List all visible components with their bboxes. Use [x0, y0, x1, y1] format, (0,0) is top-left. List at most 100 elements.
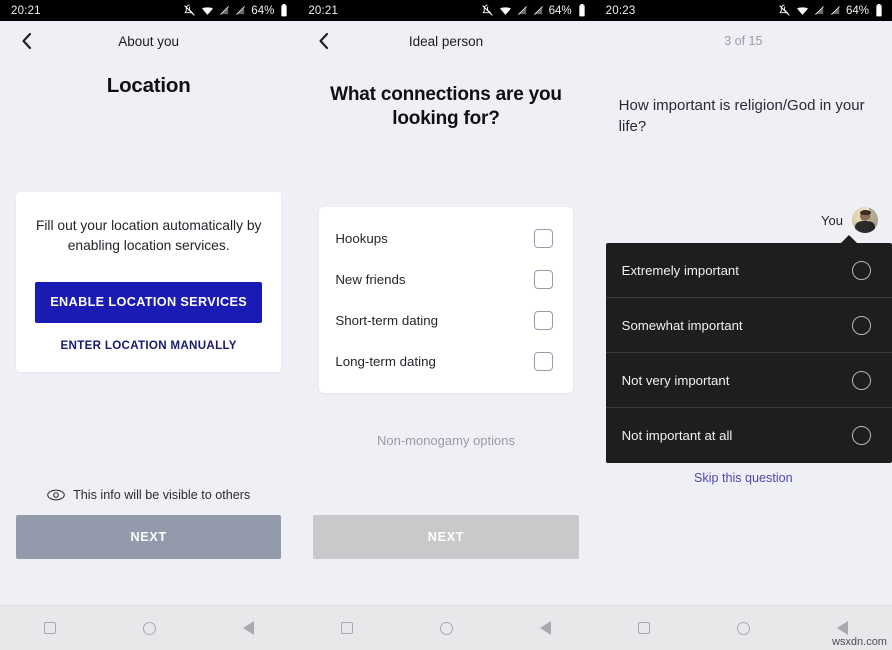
option-label: New friends — [335, 272, 406, 287]
skip-this-question-link[interactable]: Skip this question — [595, 471, 892, 485]
option-label: Long-term dating — [335, 354, 436, 369]
home-button[interactable] — [142, 621, 156, 635]
battery-percent: 64% — [251, 4, 275, 17]
home-button[interactable] — [737, 621, 751, 635]
chevron-left-icon[interactable] — [311, 29, 335, 53]
battery-icon — [876, 4, 882, 17]
page-title: Location — [106, 74, 191, 97]
status-bar-2: 20:21 64% — [297, 0, 595, 21]
step-counter: 3 of 15 — [724, 34, 763, 48]
enable-location-services-button[interactable]: ENABLE LOCATION SERVICES — [35, 281, 263, 323]
checkbox-new-friends[interactable] — [533, 270, 553, 289]
radio-not-very-important[interactable] — [851, 370, 871, 390]
signal-off-icon — [220, 6, 230, 15]
top-nav-1: About you — [0, 21, 297, 61]
battery-percent-3: 64% — [845, 4, 869, 17]
screen-connections: 20:21 64% Ideal person What connections … — [297, 0, 595, 650]
you-indicator: You — [821, 207, 878, 233]
list-item[interactable]: Somewhat important — [605, 298, 892, 353]
list-item[interactable]: Long-term dating — [319, 341, 572, 382]
answer-label: Not very important — [621, 372, 730, 388]
list-item[interactable]: Extremely important — [605, 243, 892, 298]
eye-icon — [47, 489, 65, 501]
android-nav-bar-2 — [297, 605, 595, 650]
back-button[interactable] — [837, 621, 849, 635]
nav-title: About you — [118, 33, 180, 49]
status-bar-3: 20:23 64% — [594, 0, 892, 21]
chevron-left-icon[interactable] — [14, 29, 38, 53]
option-label: Short-term dating — [335, 313, 439, 328]
enter-location-manually-button[interactable]: ENTER LOCATION MANUALLY — [35, 339, 262, 352]
bell-off-icon — [481, 4, 493, 16]
next-button[interactable]: NEXT — [16, 515, 282, 559]
wifi-icon — [202, 7, 214, 15]
list-item[interactable]: Not important at all — [606, 408, 892, 463]
question-title-3: How important is religion/God in your li… — [618, 97, 865, 136]
app-content-3: 3 of 15 How important is religion/God in… — [594, 21, 892, 605]
checkbox-long-term-dating[interactable] — [533, 352, 553, 371]
bell-off-icon — [779, 4, 790, 16]
android-nav-bar-1 — [0, 605, 298, 650]
battery-icon — [281, 4, 287, 17]
option-label: Hookups — [335, 231, 388, 246]
battery-icon — [578, 4, 585, 17]
checkbox-hookups[interactable] — [533, 229, 553, 248]
status-bar-1: 20:21 64% — [0, 0, 298, 21]
home-button[interactable] — [439, 621, 453, 635]
location-card-text: Fill out your location automatically by … — [35, 218, 262, 254]
location-card: Fill out your location automatically by … — [16, 192, 282, 372]
footer-2: NEXT — [297, 515, 594, 559]
status-icon-group: 64% — [183, 4, 288, 17]
recents-button[interactable] — [340, 622, 353, 634]
tooltip-pointer-icon — [839, 235, 858, 244]
answer-label: Extremely important — [621, 262, 739, 278]
battery-percent-2: 64% — [548, 4, 572, 17]
list-item[interactable]: Short-term dating — [319, 300, 572, 341]
non-monogamy-options-link[interactable]: Non-monogamy options — [297, 433, 594, 448]
visibility-note-text: This info will be visible to others — [73, 488, 251, 502]
avatar — [851, 207, 878, 233]
screen-religion-question: 20:23 64% 3 of 15 How important is relig… — [594, 0, 892, 650]
radio-somewhat-important[interactable] — [851, 315, 871, 335]
watermark: wsxdn.com — [831, 636, 887, 648]
nav-title-2: Ideal person — [408, 33, 484, 49]
signal-off-icon-2 — [830, 6, 840, 15]
answer-label: Not important at all — [621, 428, 733, 443]
status-time-3: 20:23 — [605, 4, 636, 17]
wifi-icon — [499, 7, 511, 15]
app-content-2: Ideal person What connections are you lo… — [297, 21, 595, 605]
next-button-2[interactable]: NEXT — [313, 515, 579, 559]
radio-extremely-important[interactable] — [851, 260, 871, 280]
bell-off-icon — [184, 4, 196, 16]
status-icon-group-2: 64% — [481, 4, 586, 17]
android-nav-bar-3: wsxdn.com — [594, 605, 892, 650]
signal-off-icon-2 — [236, 6, 246, 15]
question-title: What connections are you looking for? — [330, 84, 562, 130]
you-label: You — [821, 212, 843, 228]
top-nav-2: Ideal person — [297, 21, 594, 61]
list-item[interactable]: Not very important — [605, 353, 892, 408]
signal-off-icon-2 — [533, 6, 543, 15]
footer-1: This info will be visible to others NEXT — [0, 488, 297, 559]
back-button[interactable] — [242, 621, 254, 635]
recents-button[interactable] — [638, 622, 651, 634]
answer-options-panel: Extremely important Somewhat important N… — [605, 235, 892, 463]
connections-card: Hookups New friends Short-term dating Lo… — [319, 207, 573, 393]
recents-button[interactable] — [43, 622, 56, 634]
signal-off-icon — [517, 6, 527, 15]
status-icon-group-3: 64% — [778, 4, 883, 17]
top-nav-3: 3 of 15 — [595, 21, 892, 61]
radio-not-important-at-all[interactable] — [851, 426, 871, 445]
list-item[interactable]: New friends — [319, 259, 572, 300]
answer-label: Somewhat important — [621, 317, 743, 333]
signal-off-icon — [814, 6, 824, 15]
back-button[interactable] — [540, 621, 552, 635]
wifi-icon — [797, 7, 808, 15]
status-time-2: 20:21 — [308, 4, 339, 17]
screenshot-collage: 20:21 64% About you Location Fill out yo… — [0, 0, 892, 650]
app-content-1: About you Location Fill out your locatio… — [0, 21, 298, 605]
checkbox-short-term-dating[interactable] — [533, 311, 553, 330]
status-time: 20:21 — [11, 4, 41, 17]
visibility-note: This info will be visible to others — [16, 488, 281, 502]
list-item[interactable]: Hookups — [319, 218, 572, 259]
